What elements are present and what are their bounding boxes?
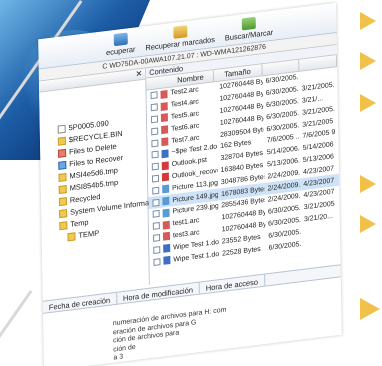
- jpg-file-icon: [162, 196, 170, 206]
- arc-file-icon: [160, 89, 168, 99]
- delete-folder-icon: [58, 148, 67, 158]
- folder-icon: [57, 136, 66, 146]
- doc-file-icon: [163, 244, 171, 253]
- pst-file-icon: [161, 172, 170, 182]
- app-window: ecuperar Recuperar marcados Buscar/Marca…: [38, 2, 342, 366]
- row-checkbox[interactable]: [152, 174, 160, 183]
- file-date: 10/16/2017: [336, 164, 340, 171]
- row-checkbox[interactable]: [151, 150, 159, 159]
- file-name: Wipe Test 1.doc: [173, 250, 220, 264]
- file-icon: [57, 124, 66, 134]
- arc-file-icon: [161, 125, 169, 135]
- file-date: 10/16/: [336, 176, 340, 183]
- recover-marked-icon: [172, 25, 188, 39]
- file-size: 22528 Bytes: [222, 245, 261, 258]
- arc-file-icon: [161, 137, 169, 147]
- row-checkbox[interactable]: [153, 245, 161, 254]
- recover-button-label: ecuperar: [106, 44, 136, 58]
- close-icon[interactable]: ✕: [136, 69, 143, 79]
- file-list: Contenido Nombre Tamaño Test2.arc 1027604…: [146, 45, 341, 285]
- recover-button[interactable]: ecuperar: [106, 32, 136, 58]
- decorative-triangle-icon: [360, 175, 376, 193]
- jpg-file-icon: [162, 184, 170, 194]
- row-checkbox[interactable]: [152, 198, 160, 207]
- pst-file-icon: [161, 161, 169, 170]
- row-checkbox[interactable]: [153, 233, 161, 242]
- file-date: 6/30/2005...: [268, 240, 302, 252]
- decorative-triangle-icon: [360, 12, 376, 30]
- file-date: 5/14/...: [335, 141, 339, 148]
- row-checkbox[interactable]: [150, 115, 159, 124]
- row-checkbox[interactable]: [153, 257, 161, 266]
- file-date: 5/13/2006: [336, 153, 340, 160]
- doc-file-icon: [161, 149, 169, 159]
- folder-icon: [59, 220, 68, 230]
- file-rows: Test2.arc 102760448 Bytes 6/30/2005... Test…: [147, 67, 341, 268]
- row-checkbox[interactable]: [151, 127, 159, 136]
- arc-file-icon: [162, 232, 171, 242]
- row-checkbox[interactable]: [150, 91, 158, 100]
- file-date: [301, 240, 337, 244]
- folder-icon: [58, 172, 67, 182]
- folder-icon: [58, 196, 67, 206]
- arc-file-icon: [160, 101, 168, 111]
- find-mark-icon: [241, 16, 256, 31]
- tree-item[interactable]: TEMP: [67, 227, 99, 242]
- arc-file-icon: [162, 220, 170, 230]
- row-checkbox[interactable]: [150, 103, 158, 112]
- row-checkbox[interactable]: [152, 186, 160, 195]
- decorative-triangle-icon: [360, 52, 376, 70]
- file-date: [298, 73, 334, 77]
- jpg-file-icon: [162, 208, 170, 218]
- decorative-triangle-icon: [360, 298, 380, 320]
- find-mark-button[interactable]: Buscar/Marcar: [224, 15, 274, 43]
- recover-folder-icon: [58, 160, 67, 170]
- doc-file-icon: [163, 255, 171, 265]
- row-checkbox[interactable]: [152, 222, 160, 230]
- row-checkbox[interactable]: [151, 162, 159, 171]
- decorative-triangle-icon: [360, 215, 376, 233]
- background-stripe: [0, 290, 33, 358]
- find-mark-button-label: Buscar/Marcar: [224, 27, 274, 43]
- decorative-triangle-icon: [360, 94, 376, 112]
- arc-file-icon: [160, 113, 168, 123]
- recover-icon: [113, 32, 128, 47]
- file-date: [301, 228, 337, 232]
- recover-marked-button[interactable]: Recuperar marcados: [145, 22, 215, 52]
- folder-icon: [58, 184, 67, 194]
- folder-icon: [59, 208, 68, 218]
- folder-icon: [67, 231, 76, 241]
- row-checkbox[interactable]: [152, 210, 160, 219]
- row-checkbox[interactable]: [151, 139, 159, 147]
- folder-tree[interactable]: ✕ 5P0005.090 $RECYCLE.BIN Files to Delet…: [38, 68, 161, 298]
